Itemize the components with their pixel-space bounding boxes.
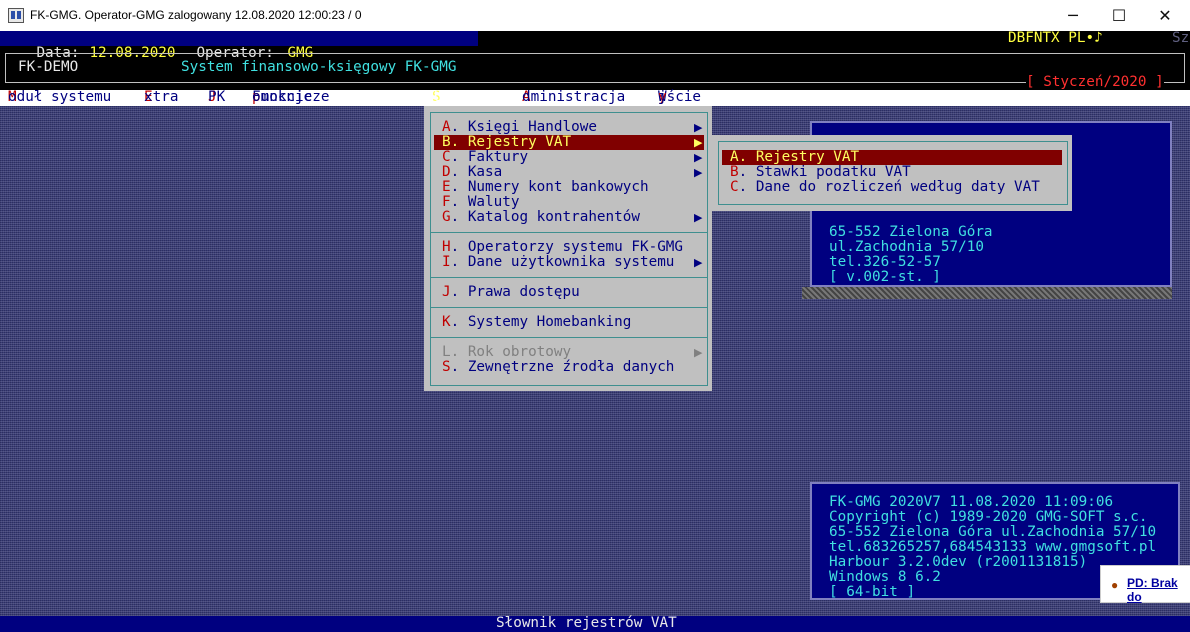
submenu-item-dane-do-rozliczen[interactable]: C. Dane do rozliczeń według daty VAT: [730, 180, 1040, 195]
notification-popup[interactable]: ● PD: Brak do: [1100, 565, 1190, 604]
menu-item-faktury[interactable]: C. Faktury: [442, 150, 528, 165]
info-bottom-line-7: [ 64-bit ]: [829, 584, 916, 600]
system-name: System finansowo-księgowy FK-GMG: [181, 59, 457, 75]
submenu-item-rejestry-vat[interactable]: A. Rejestry VAT: [730, 150, 860, 165]
info-top-shadow: [802, 287, 1172, 299]
info-bottom-line-2: Copyright (c) 1989-2020 GMG-SOFT s.c.: [829, 509, 1148, 525]
info-top-line-2: ul.Zachodnia 57/10: [829, 239, 984, 255]
submenu-arrow-icon: ▶: [694, 151, 703, 164]
console-area: Data: 12.08.2020 Operator: GMG DBFNTX PL…: [0, 31, 1190, 632]
menu-item-operatorzy[interactable]: H. Operatorzy systemu FK-GMG: [442, 240, 683, 255]
info-top-line-1: 65-552 Zielona Góra: [829, 224, 993, 240]
menu-item-prawa-dostepu[interactable]: J. Prawa dostępu: [442, 285, 580, 300]
menu-item-waluty[interactable]: F. Waluty: [442, 195, 519, 210]
close-button[interactable]: ✕: [1142, 0, 1188, 31]
db-driver-indicator: DBFNTX PL•♪: [1008, 31, 1103, 46]
menu-item-systemy-homebanking[interactable]: K. Systemy Homebanking: [442, 315, 631, 330]
menu-item-rok-obrotowy: L. Rok obrotowy: [442, 344, 572, 360]
submenu-arrow-icon: ▶: [694, 136, 703, 149]
info-bottom-line-4: tel.683265257,684543133 www.gmgsoft.pl: [829, 539, 1157, 555]
menu-item-rejestry-vat[interactable]: B. Rejestry VAT: [442, 135, 572, 150]
menu-separator: [430, 337, 708, 338]
period-indicator: [ Styczeń/2020 ]: [1026, 74, 1164, 90]
sz-indicator: Sz: [1172, 31, 1190, 46]
info-top-line-4: [ v.002-st. ]: [829, 269, 941, 285]
submenu-arrow-icon: ▶: [694, 166, 703, 179]
info-bottom-line-1: FK-GMG 2020V7 11.08.2020 11:09:06: [829, 494, 1114, 510]
maximize-button[interactable]: ☐: [1096, 0, 1142, 31]
info-bottom-line-3: 65-552 Zielona Góra ul.Zachodnia 57/10: [829, 524, 1157, 540]
status-text: Słownik rejestrów VAT: [496, 615, 677, 631]
menu-item-dane-uzytkownika[interactable]: I. Dane użytkownika systemu: [442, 255, 674, 270]
minimize-button[interactable]: ─: [1050, 0, 1096, 31]
info-bottom-line-6: Windows 8 6.2: [829, 569, 941, 585]
company-name: FK-DEMO: [18, 59, 79, 75]
menu-item-zewnetrzne-zrodla[interactable]: S. Zewnętrzne źrodła danych: [442, 360, 674, 375]
window-title: FK-GMG. Operator-GMG zalogowany 12.08.20…: [30, 8, 362, 22]
menu-item-ksiegi-handlowe[interactable]: A. Księgi Handlowe: [442, 120, 597, 135]
menu-item-numery-kont[interactable]: E. Numery kont bankowych: [442, 180, 649, 195]
submenu-arrow-icon: ▶: [694, 211, 703, 224]
menu-item-kasa[interactable]: D. Kasa: [442, 165, 502, 180]
menu-item-katalog-kontrahentow[interactable]: G. Katalog kontrahentów: [442, 210, 640, 225]
notification-icon: ●: [1111, 578, 1119, 592]
notification-text[interactable]: PD: Brak do: [1127, 576, 1190, 604]
menu-separator: [430, 232, 708, 233]
submenu-arrow-icon: ▶: [694, 121, 703, 134]
submenu-arrow-icon: ▶: [694, 256, 703, 269]
window-title-bar: FK-GMG. Operator-GMG zalogowany 12.08.20…: [0, 0, 1190, 31]
submenu-arrow-icon: ▶: [694, 346, 703, 359]
menu-separator: [430, 277, 708, 278]
info-bottom-line-5: Harbour 3.2.0dev (r2001131815): [829, 554, 1088, 570]
info-top-line-3: tel.326-52-57: [829, 254, 941, 270]
app-icon: [8, 8, 24, 23]
submenu-item-stawki-podatku[interactable]: B. Stawki podatku VAT: [730, 165, 911, 180]
main-menu-bar: Moduł systemu Extra J PK Funkcje p omocnic…: [0, 90, 1190, 106]
menu-separator: [430, 307, 708, 308]
